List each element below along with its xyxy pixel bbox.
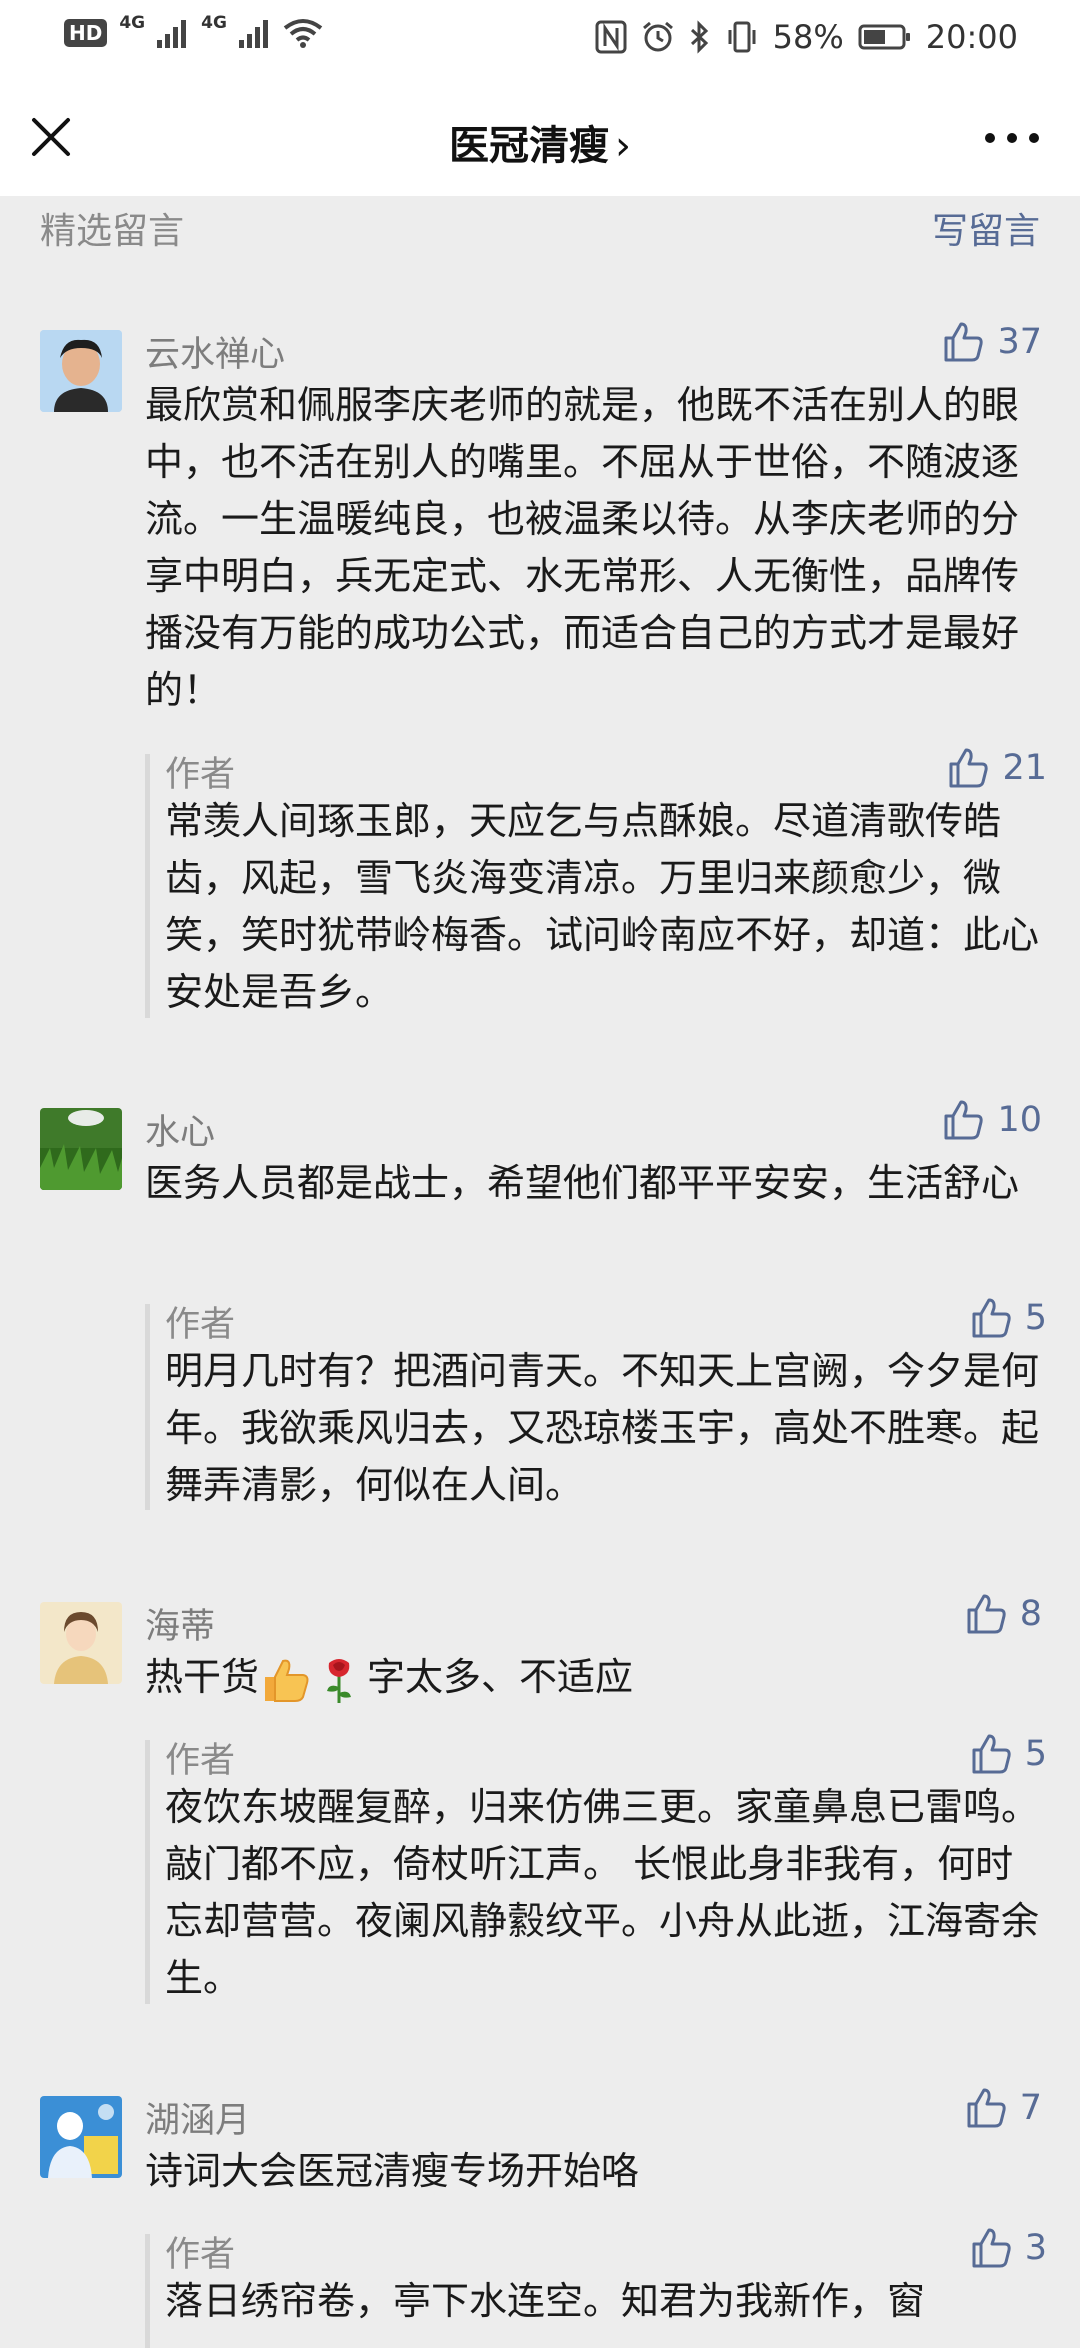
reply-like-count: 21 xyxy=(1002,748,1047,788)
nav-bar: 医冠清瘦 › xyxy=(0,76,1080,196)
reply-like-button[interactable]: 21 xyxy=(946,746,1047,790)
signal-icon-2 xyxy=(238,20,268,48)
reply-text: 夜饮东坡醒复醉，归来仿佛三更。家童鼻息已雷鸣。敲门都不应，倚杖听江声。 长恨此身… xyxy=(165,1785,1040,2000)
battery-percent: 58% xyxy=(772,18,844,56)
reply-text: 明月几时有？把酒问青天。不知天上宫阙，今夕是何年。我欲乘风归去，又恐琼楼玉宇，高… xyxy=(165,1349,1040,1507)
page-title[interactable]: 医冠清瘦 › xyxy=(0,113,1080,171)
like-button[interactable]: 10 xyxy=(941,1098,1042,1142)
thumbs-up-icon xyxy=(972,1298,1011,1338)
reply-author-label: 作者 xyxy=(165,755,236,795)
reply-like-button[interactable]: 5 xyxy=(969,1296,1047,1340)
reply-author-label: 作者 xyxy=(165,1305,236,1345)
reply-divider xyxy=(145,754,150,1018)
avatar[interactable] xyxy=(40,330,122,412)
thumbs-up-icon xyxy=(949,748,989,788)
reply-like-count: 5 xyxy=(1024,1298,1047,1338)
clock: 20:00 xyxy=(925,18,1018,56)
author-reply: 作者 5 明月几时有？把酒问青天。不知天上宫阙，今夕是何年。我欲乘风归去，又恐琼… xyxy=(145,1296,1047,1516)
reply-like-button[interactable]: 3 xyxy=(969,2226,1047,2270)
bluetooth-icon xyxy=(690,20,708,54)
commenter-name: 水心 xyxy=(145,1113,216,1153)
signal-icon xyxy=(157,20,187,48)
vibrate-icon xyxy=(728,21,756,53)
comment-text: 最欣赏和佩服李庆老师的就是，他既不活在别人的眼中，也不活在别人的嘴里。不屈从于世… xyxy=(145,383,1020,712)
reply-like-count: 3 xyxy=(1024,2228,1047,2268)
thumbs-up-icon xyxy=(972,2228,1011,2268)
avatar[interactable] xyxy=(40,1108,122,1190)
comment-text: 医务人员都是战士，希望他们都平平安安，生活舒心 xyxy=(145,1161,1020,1205)
network-type-2: 4G xyxy=(201,13,227,33)
alarm-icon xyxy=(642,21,673,52)
commenter-name: 云水禅心 xyxy=(145,335,286,375)
thumbs-up-icon xyxy=(967,1594,1006,1634)
comment-text: 诗词大会医冠清瘦专场开始咯 xyxy=(145,2149,640,2193)
thumbs-up-icon xyxy=(972,1734,1011,1774)
like-count: 7 xyxy=(1019,2088,1042,2128)
commenter-name: 海蒂 xyxy=(145,1607,216,1647)
thumbs-up-emoji xyxy=(265,1659,309,1702)
section-title: 精选留言 xyxy=(40,211,185,252)
reply-text: 常羡人间琢玉郎，天应乞与点酥娘。尽道清歌传皓齿，风起，雪飞炎海变清凉。万里归来颜… xyxy=(165,799,1040,1014)
chevron-right-icon: › xyxy=(615,123,631,169)
reply-like-count: 5 xyxy=(1024,1734,1047,1774)
more-icon[interactable] xyxy=(982,128,1042,148)
reply-text: 落日绣帘卷，亭下水连空。知君为我新作，窗 xyxy=(165,2279,926,2323)
avatar[interactable] xyxy=(40,2096,122,2178)
battery-icon xyxy=(858,24,910,50)
hd-icon: HD xyxy=(64,19,108,47)
author-reply: 作者 21 常羡人间琢玉郎，天应乞与点酥娘。尽道清歌传皓齿，风起，雪飞炎海变清凉… xyxy=(145,746,1047,1026)
write-comment-link[interactable]: 写留言 xyxy=(932,202,1040,254)
reply-divider xyxy=(145,1740,150,2004)
like-button[interactable]: 7 xyxy=(964,2086,1042,2130)
status-bar: HD 4G 4G 58% 20:00 xyxy=(0,0,1080,76)
like-button[interactable]: 8 xyxy=(964,1592,1042,1636)
reply-divider xyxy=(145,1304,150,1510)
author-reply: 作者 5 夜饮东坡醒复醉，归来仿佛三更。家童鼻息已雷鸣。敲门都不应，倚杖听江声。… xyxy=(145,1732,1047,2012)
author-reply: 作者 3 落日绣帘卷，亭下水连空。知君为我新作，窗 xyxy=(145,2226,1047,2348)
reply-like-button[interactable]: 5 xyxy=(969,1732,1047,1776)
nfc-icon xyxy=(595,20,627,54)
thumbs-up-icon xyxy=(967,2088,1006,2128)
reply-author-label: 作者 xyxy=(165,2235,236,2275)
network-type-1: 4G xyxy=(119,13,146,33)
comment-text-part-1: 热干货 xyxy=(145,1655,260,1699)
rose-emoji xyxy=(327,1658,352,1703)
account-name[interactable]: 医冠清瘦 xyxy=(449,123,609,169)
status-right: 58% 20:00 xyxy=(595,18,1018,56)
comment-text: 热干货 字太多、不适应 xyxy=(145,1649,1045,1706)
commenter-name: 湖涵月 xyxy=(145,2101,251,2141)
like-count: 10 xyxy=(997,1100,1042,1140)
like-count: 37 xyxy=(997,322,1042,362)
like-count: 8 xyxy=(1019,1594,1042,1634)
reply-author-label: 作者 xyxy=(165,1741,236,1781)
reply-divider xyxy=(145,2234,150,2348)
thumbs-up-icon xyxy=(944,1100,984,1140)
status-left: HD 4G 4G xyxy=(64,13,323,48)
thumbs-up-icon xyxy=(944,322,984,362)
comments-header: 精选留言 写留言 xyxy=(0,196,1080,266)
comment-text-part-2: 字太多、不适应 xyxy=(367,1655,634,1699)
avatar[interactable] xyxy=(40,1602,122,1684)
wifi-icon xyxy=(283,19,323,48)
like-button[interactable]: 37 xyxy=(941,320,1042,364)
